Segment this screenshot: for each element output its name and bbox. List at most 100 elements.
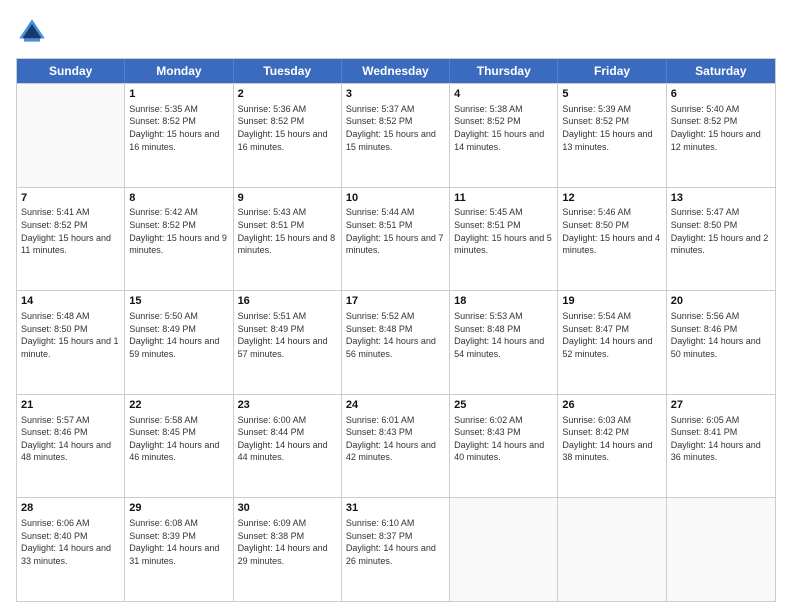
day-number: 10 (346, 191, 445, 206)
calendar-row-4: 28Sunrise: 6:06 AMSunset: 8:40 PMDayligh… (17, 497, 775, 601)
day-cell-3: 3Sunrise: 5:37 AMSunset: 8:52 PMDaylight… (342, 84, 450, 187)
cell-info: Sunrise: 5:43 AMSunset: 8:51 PMDaylight:… (238, 206, 337, 256)
day-number: 26 (562, 398, 661, 413)
day-number: 11 (454, 191, 553, 206)
cell-info: Sunrise: 5:44 AMSunset: 8:51 PMDaylight:… (346, 206, 445, 256)
cell-info: Sunrise: 6:02 AMSunset: 8:43 PMDaylight:… (454, 414, 553, 464)
day-cell-6: 6Sunrise: 5:40 AMSunset: 8:52 PMDaylight… (667, 84, 775, 187)
cell-info: Sunrise: 5:39 AMSunset: 8:52 PMDaylight:… (562, 103, 661, 153)
day-number: 24 (346, 398, 445, 413)
day-cell-2: 2Sunrise: 5:36 AMSunset: 8:52 PMDaylight… (234, 84, 342, 187)
cell-info: Sunrise: 5:50 AMSunset: 8:49 PMDaylight:… (129, 310, 228, 360)
cell-info: Sunrise: 5:56 AMSunset: 8:46 PMDaylight:… (671, 310, 771, 360)
day-cell-20: 20Sunrise: 5:56 AMSunset: 8:46 PMDayligh… (667, 291, 775, 394)
header-day-wednesday: Wednesday (342, 59, 450, 83)
header-day-monday: Monday (125, 59, 233, 83)
day-number: 31 (346, 501, 445, 516)
cell-info: Sunrise: 5:48 AMSunset: 8:50 PMDaylight:… (21, 310, 120, 360)
day-cell-23: 23Sunrise: 6:00 AMSunset: 8:44 PMDayligh… (234, 395, 342, 498)
day-number: 1 (129, 87, 228, 102)
cell-info: Sunrise: 5:57 AMSunset: 8:46 PMDaylight:… (21, 414, 120, 464)
day-number: 17 (346, 294, 445, 309)
day-number: 28 (21, 501, 120, 516)
day-cell-30: 30Sunrise: 6:09 AMSunset: 8:38 PMDayligh… (234, 498, 342, 601)
day-cell-7: 7Sunrise: 5:41 AMSunset: 8:52 PMDaylight… (17, 188, 125, 291)
calendar-row-0: 1Sunrise: 5:35 AMSunset: 8:52 PMDaylight… (17, 83, 775, 187)
day-cell-19: 19Sunrise: 5:54 AMSunset: 8:47 PMDayligh… (558, 291, 666, 394)
day-cell-1: 1Sunrise: 5:35 AMSunset: 8:52 PMDaylight… (125, 84, 233, 187)
day-number: 14 (21, 294, 120, 309)
empty-cell-4-6 (667, 498, 775, 601)
calendar-row-1: 7Sunrise: 5:41 AMSunset: 8:52 PMDaylight… (17, 187, 775, 291)
cell-info: Sunrise: 5:51 AMSunset: 8:49 PMDaylight:… (238, 310, 337, 360)
cell-info: Sunrise: 5:46 AMSunset: 8:50 PMDaylight:… (562, 206, 661, 256)
logo (16, 16, 52, 48)
calendar-header: SundayMondayTuesdayWednesdayThursdayFrid… (17, 59, 775, 83)
day-cell-10: 10Sunrise: 5:44 AMSunset: 8:51 PMDayligh… (342, 188, 450, 291)
cell-info: Sunrise: 5:41 AMSunset: 8:52 PMDaylight:… (21, 206, 120, 256)
header-day-thursday: Thursday (450, 59, 558, 83)
day-cell-22: 22Sunrise: 5:58 AMSunset: 8:45 PMDayligh… (125, 395, 233, 498)
day-cell-14: 14Sunrise: 5:48 AMSunset: 8:50 PMDayligh… (17, 291, 125, 394)
day-cell-12: 12Sunrise: 5:46 AMSunset: 8:50 PMDayligh… (558, 188, 666, 291)
day-number: 12 (562, 191, 661, 206)
header (16, 16, 776, 48)
day-cell-26: 26Sunrise: 6:03 AMSunset: 8:42 PMDayligh… (558, 395, 666, 498)
day-number: 4 (454, 87, 553, 102)
day-number: 9 (238, 191, 337, 206)
cell-info: Sunrise: 6:00 AMSunset: 8:44 PMDaylight:… (238, 414, 337, 464)
logo-icon (16, 16, 48, 48)
cell-info: Sunrise: 5:47 AMSunset: 8:50 PMDaylight:… (671, 206, 771, 256)
calendar-row-3: 21Sunrise: 5:57 AMSunset: 8:46 PMDayligh… (17, 394, 775, 498)
day-cell-5: 5Sunrise: 5:39 AMSunset: 8:52 PMDaylight… (558, 84, 666, 187)
header-day-friday: Friday (558, 59, 666, 83)
cell-info: Sunrise: 5:35 AMSunset: 8:52 PMDaylight:… (129, 103, 228, 153)
day-number: 22 (129, 398, 228, 413)
day-cell-9: 9Sunrise: 5:43 AMSunset: 8:51 PMDaylight… (234, 188, 342, 291)
cell-info: Sunrise: 5:37 AMSunset: 8:52 PMDaylight:… (346, 103, 445, 153)
cell-info: Sunrise: 6:06 AMSunset: 8:40 PMDaylight:… (21, 517, 120, 567)
day-number: 30 (238, 501, 337, 516)
day-number: 5 (562, 87, 661, 102)
day-number: 20 (671, 294, 771, 309)
day-number: 13 (671, 191, 771, 206)
day-cell-24: 24Sunrise: 6:01 AMSunset: 8:43 PMDayligh… (342, 395, 450, 498)
day-cell-8: 8Sunrise: 5:42 AMSunset: 8:52 PMDaylight… (125, 188, 233, 291)
header-day-tuesday: Tuesday (234, 59, 342, 83)
day-number: 21 (21, 398, 120, 413)
cell-info: Sunrise: 5:54 AMSunset: 8:47 PMDaylight:… (562, 310, 661, 360)
day-cell-28: 28Sunrise: 6:06 AMSunset: 8:40 PMDayligh… (17, 498, 125, 601)
day-number: 7 (21, 191, 120, 206)
day-number: 15 (129, 294, 228, 309)
cell-info: Sunrise: 6:05 AMSunset: 8:41 PMDaylight:… (671, 414, 771, 464)
cell-info: Sunrise: 6:03 AMSunset: 8:42 PMDaylight:… (562, 414, 661, 464)
calendar-body: 1Sunrise: 5:35 AMSunset: 8:52 PMDaylight… (17, 83, 775, 601)
cell-info: Sunrise: 5:38 AMSunset: 8:52 PMDaylight:… (454, 103, 553, 153)
day-cell-31: 31Sunrise: 6:10 AMSunset: 8:37 PMDayligh… (342, 498, 450, 601)
day-number: 23 (238, 398, 337, 413)
day-cell-13: 13Sunrise: 5:47 AMSunset: 8:50 PMDayligh… (667, 188, 775, 291)
day-cell-4: 4Sunrise: 5:38 AMSunset: 8:52 PMDaylight… (450, 84, 558, 187)
day-number: 8 (129, 191, 228, 206)
calendar-row-2: 14Sunrise: 5:48 AMSunset: 8:50 PMDayligh… (17, 290, 775, 394)
header-day-saturday: Saturday (667, 59, 775, 83)
cell-info: Sunrise: 6:08 AMSunset: 8:39 PMDaylight:… (129, 517, 228, 567)
calendar: SundayMondayTuesdayWednesdayThursdayFrid… (16, 58, 776, 602)
day-cell-18: 18Sunrise: 5:53 AMSunset: 8:48 PMDayligh… (450, 291, 558, 394)
day-cell-15: 15Sunrise: 5:50 AMSunset: 8:49 PMDayligh… (125, 291, 233, 394)
cell-info: Sunrise: 5:53 AMSunset: 8:48 PMDaylight:… (454, 310, 553, 360)
cell-info: Sunrise: 5:40 AMSunset: 8:52 PMDaylight:… (671, 103, 771, 153)
day-number: 6 (671, 87, 771, 102)
day-number: 25 (454, 398, 553, 413)
cell-info: Sunrise: 5:58 AMSunset: 8:45 PMDaylight:… (129, 414, 228, 464)
day-number: 3 (346, 87, 445, 102)
day-number: 27 (671, 398, 771, 413)
cell-info: Sunrise: 6:10 AMSunset: 8:37 PMDaylight:… (346, 517, 445, 567)
empty-cell-4-5 (558, 498, 666, 601)
cell-info: Sunrise: 6:01 AMSunset: 8:43 PMDaylight:… (346, 414, 445, 464)
day-number: 18 (454, 294, 553, 309)
page: SundayMondayTuesdayWednesdayThursdayFrid… (0, 0, 792, 612)
day-cell-25: 25Sunrise: 6:02 AMSunset: 8:43 PMDayligh… (450, 395, 558, 498)
day-number: 19 (562, 294, 661, 309)
cell-info: Sunrise: 6:09 AMSunset: 8:38 PMDaylight:… (238, 517, 337, 567)
